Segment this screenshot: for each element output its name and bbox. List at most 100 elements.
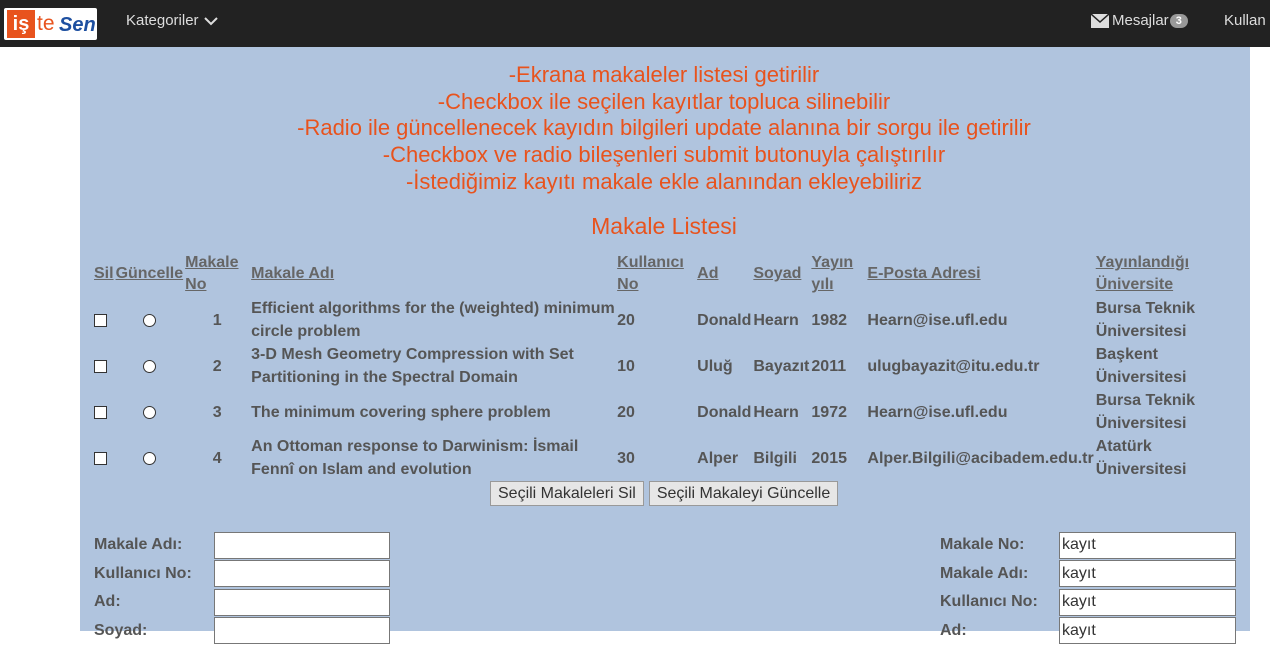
cell-makale-no: 1 <box>184 297 250 343</box>
col-soyad[interactable]: Soyad <box>752 251 810 297</box>
form-row: Ad: <box>94 588 390 617</box>
col-kullanici-no[interactable]: Kullanıcı No <box>616 251 696 297</box>
add-article-form: Makale Adı: Kullanıcı No: Ad: Soyad: <box>94 531 390 645</box>
cell-yayin-yili: 1982 <box>810 297 866 343</box>
intro-line: -İstediğimiz kayıtı makale ekle alanında… <box>80 169 1248 196</box>
update-radio-cell <box>115 343 185 389</box>
form-row: Kullanıcı No: <box>94 560 390 589</box>
cell-makale-adi: Efficient algorithms for the (weighted) … <box>250 297 616 343</box>
cell-eposta: Alper.Bilgili@acibadem.edu.tr <box>866 435 1094 481</box>
table-row: 3 The minimum covering sphere problem 20… <box>93 389 1197 435</box>
cell-ad: Uluğ <box>696 343 752 389</box>
cell-makale-adi: An Ottoman response to Darwinism: İsmail… <box>250 435 616 481</box>
add-ad-label: Ad: <box>94 593 214 611</box>
intro-line: -Radio ile güncellenecek kayıdın bilgile… <box>80 115 1248 142</box>
delete-checkbox[interactable] <box>94 406 107 419</box>
chevron-down-icon <box>203 13 219 29</box>
add-makale-adi-input[interactable] <box>214 532 390 559</box>
cell-universite: Atatürk Üniversitesi <box>1095 435 1197 481</box>
cell-yayin-yili: 2015 <box>810 435 866 481</box>
update-radio[interactable] <box>143 314 156 327</box>
intro-text: -Ekrana makaleler listesi getirilir -Che… <box>80 62 1248 196</box>
table-row: 1 Efficient algorithms for the (weighted… <box>93 297 1197 343</box>
logo-sen: Sen <box>59 11 96 39</box>
cell-universite: Başkent Üniversitesi <box>1095 343 1197 389</box>
delete-selected-button[interactable]: Seçili Makaleleri Sil <box>490 481 644 506</box>
form-row: Kullanıcı No: <box>940 588 1236 617</box>
messages-link[interactable]: Mesajlar 3 <box>1091 12 1188 29</box>
update-radio-cell <box>115 435 185 481</box>
delete-checkbox-cell <box>93 389 115 435</box>
logo-te: te <box>37 10 55 38</box>
cell-kullanici-no: 10 <box>616 343 696 389</box>
col-sil[interactable]: Sil <box>93 251 115 297</box>
cell-ad: Donald <box>696 297 752 343</box>
logo-mark: iş <box>7 10 35 38</box>
cell-makale-no: 4 <box>184 435 250 481</box>
messages-count-badge: 3 <box>1170 14 1188 28</box>
intro-line: -Checkbox ve radio bileşenleri submit bu… <box>80 142 1248 169</box>
cell-universite: Bursa Teknik Üniversitesi <box>1095 297 1197 343</box>
user-menu[interactable]: Kullan <box>1224 12 1266 29</box>
upd-makale-no-label: Makale No: <box>940 536 1059 554</box>
cell-soyad: Bayazıt <box>752 343 810 389</box>
cell-yayin-yili: 2011 <box>810 343 866 389</box>
col-makale-adi[interactable]: Makale Adı <box>250 251 616 297</box>
cell-kullanici-no: 20 <box>616 389 696 435</box>
cell-makale-no: 2 <box>184 343 250 389</box>
update-radio[interactable] <box>143 406 156 419</box>
cell-soyad: Hearn <box>752 297 810 343</box>
categories-dropdown[interactable]: Kategoriler <box>126 12 219 29</box>
table-actions: Seçili Makaleleri Sil Seçili Makaleyi Gü… <box>490 481 838 506</box>
col-ad[interactable]: Ad <box>696 251 752 297</box>
list-title: Makale Listesi <box>80 213 1248 240</box>
cell-ad: Alper <box>696 435 752 481</box>
cell-makale-adi: 3-D Mesh Geometry Compression with Set P… <box>250 343 616 389</box>
form-row: Makale No: <box>940 531 1236 560</box>
cell-soyad: Bilgili <box>752 435 810 481</box>
table-row: 4 An Ottoman response to Darwinism: İsma… <box>93 435 1197 481</box>
table-header-row: Sil Güncelle Makale No Makale Adı Kullan… <box>93 251 1197 297</box>
table-row: 2 3-D Mesh Geometry Compression with Set… <box>93 343 1197 389</box>
update-radio-cell <box>115 297 185 343</box>
add-makale-adi-label: Makale Adı: <box>94 536 214 554</box>
upd-makale-no-input[interactable] <box>1059 532 1236 559</box>
delete-checkbox-cell <box>93 435 115 481</box>
top-navbar: iş te Sen Kategoriler Mesajlar 3 Kullan <box>0 0 1270 47</box>
upd-kullanici-no-label: Kullanıcı No: <box>940 593 1059 611</box>
messages-label: Mesajlar <box>1112 12 1169 29</box>
upd-makale-adi-input[interactable] <box>1059 560 1236 587</box>
cell-eposta: Hearn@ise.ufl.edu <box>866 389 1094 435</box>
cell-kullanici-no: 30 <box>616 435 696 481</box>
add-kullanici-no-input[interactable] <box>214 560 390 587</box>
intro-line: -Checkbox ile seçilen kayıtlar topluca s… <box>80 89 1248 116</box>
site-logo[interactable]: iş te Sen <box>4 8 97 40</box>
cell-eposta: ulugbayazit@itu.edu.tr <box>866 343 1094 389</box>
cell-ad: Donald <box>696 389 752 435</box>
col-eposta[interactable]: E-Posta Adresi <box>866 251 1094 297</box>
upd-kullanici-no-input[interactable] <box>1059 589 1236 616</box>
delete-checkbox-cell <box>93 297 115 343</box>
col-universite[interactable]: Yayınlandığı Üniversite <box>1095 251 1197 297</box>
update-radio[interactable] <box>143 452 156 465</box>
cell-universite: Bursa Teknik Üniversitesi <box>1095 389 1197 435</box>
cell-kullanici-no: 20 <box>616 297 696 343</box>
delete-checkbox[interactable] <box>94 314 107 327</box>
add-kullanici-no-label: Kullanıcı No: <box>94 565 214 583</box>
update-radio[interactable] <box>143 360 156 373</box>
col-makale-no[interactable]: Makale No <box>184 251 250 297</box>
update-selected-button[interactable]: Seçili Makaleyi Güncelle <box>649 481 838 506</box>
col-guncelle[interactable]: Güncelle <box>115 251 185 297</box>
delete-checkbox[interactable] <box>94 360 107 373</box>
cell-eposta: Hearn@ise.ufl.edu <box>866 297 1094 343</box>
content-panel: -Ekrana makaleler listesi getirilir -Che… <box>80 47 1250 631</box>
col-yayin-yili[interactable]: Yayın yılı <box>810 251 866 297</box>
form-row: Makale Adı: <box>94 531 390 560</box>
categories-label: Kategoriler <box>126 12 199 29</box>
form-row: Makale Adı: <box>940 560 1236 589</box>
delete-checkbox[interactable] <box>94 452 107 465</box>
cell-makale-no: 3 <box>184 389 250 435</box>
articles-table: Sil Güncelle Makale No Makale Adı Kullan… <box>93 251 1197 481</box>
cell-makale-adi: The minimum covering sphere problem <box>250 389 616 435</box>
add-ad-input[interactable] <box>214 589 390 616</box>
